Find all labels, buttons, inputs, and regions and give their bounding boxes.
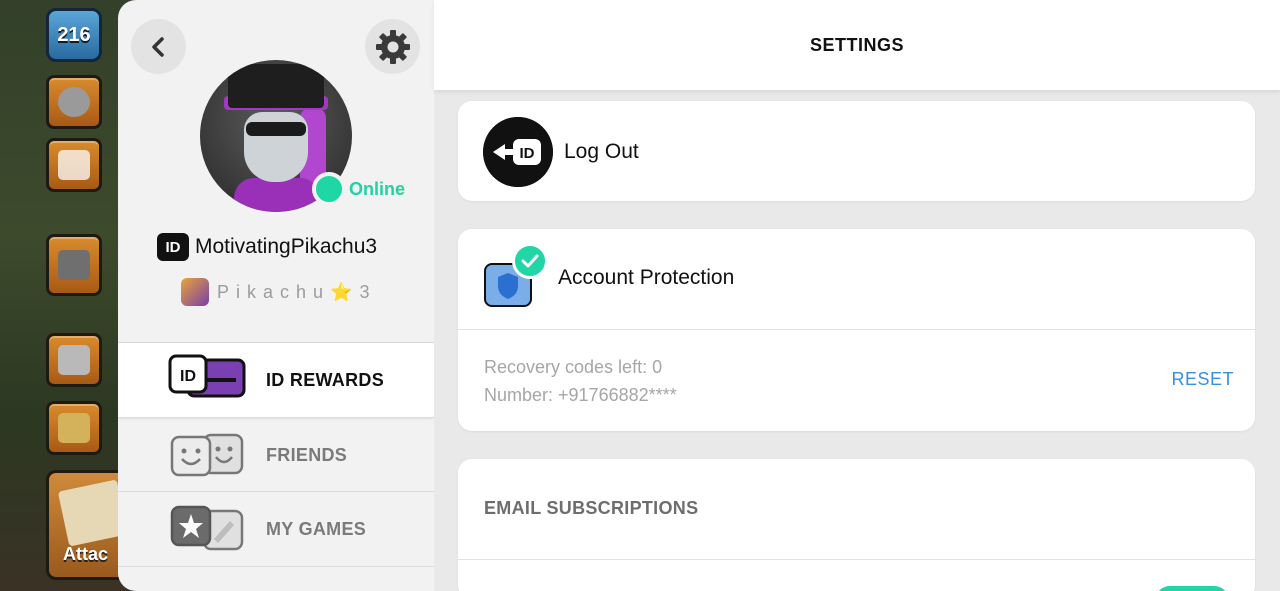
- news-button[interactable]: [46, 138, 102, 192]
- gear-icon: [375, 29, 410, 64]
- nav-label-friends: FRIENDS: [266, 444, 348, 465]
- profile-panel: Online ID MotivatingPikachu3 Pikachu⭐3 I…: [118, 0, 434, 591]
- settings-main: SETTINGS ID Log Out Account Protection R…: [434, 0, 1280, 591]
- gem-button[interactable]: [46, 75, 102, 129]
- recovery-codes-text: Recovery codes left: 0: [484, 357, 663, 377]
- online-status-dot: [312, 172, 346, 206]
- player-level-badge[interactable]: 216: [46, 8, 102, 62]
- divider: [458, 559, 1255, 560]
- chevron-left-icon: [151, 36, 164, 57]
- log-out-button[interactable]: ID Log Out: [458, 101, 1255, 201]
- settings-button[interactable]: [365, 19, 420, 74]
- nav-label-my-games: MY GAMES: [266, 518, 367, 539]
- battle-button[interactable]: [46, 333, 102, 387]
- subscription-toggle[interactable]: [1155, 586, 1229, 591]
- nav-label-id-rewards: ID REWARDS: [266, 369, 385, 390]
- id-logo-icon: ID: [157, 233, 189, 261]
- phone-number-text: Number: +91766882****: [484, 385, 677, 405]
- ingame-account-row: Pikachu⭐3: [181, 278, 376, 306]
- email-subscriptions-title: EMAIL SUBSCRIPTIONS: [484, 498, 699, 518]
- player-level: 216: [57, 23, 91, 46]
- divider: [458, 329, 1255, 330]
- check-icon: [512, 243, 548, 279]
- reset-button[interactable]: RESET: [1171, 369, 1234, 390]
- settings-header: SETTINGS: [434, 0, 1280, 90]
- logout-id-text: ID: [520, 145, 535, 162]
- chat-button[interactable]: [46, 234, 102, 296]
- friends-icon: [170, 433, 244, 477]
- nav-item-id-rewards[interactable]: ID ID REWARDS: [118, 343, 434, 417]
- back-button[interactable]: [131, 19, 186, 74]
- ingame-name: Pikachu⭐3: [217, 281, 377, 302]
- email-subscriptions-card: EMAIL SUBSCRIPTIONS: [458, 459, 1255, 591]
- id-rewards-icon: ID: [168, 354, 246, 398]
- game-avatar-icon: [181, 278, 209, 306]
- account-protection-card: Account Protection Recovery codes left: …: [458, 229, 1255, 431]
- attack-label: Attac: [63, 544, 109, 564]
- divider: [118, 566, 434, 567]
- username: MotivatingPikachu3: [195, 235, 378, 258]
- log-out-icon: ID: [483, 117, 553, 187]
- builder-button[interactable]: [46, 401, 102, 455]
- online-status-label: Online: [349, 179, 406, 199]
- my-games-icon: [170, 505, 244, 551]
- nav-item-friends[interactable]: FRIENDS: [118, 418, 434, 492]
- nav-item-my-games[interactable]: MY GAMES: [118, 492, 434, 566]
- svg-text:ID: ID: [180, 368, 196, 385]
- account-protection-title: Account Protection: [558, 266, 735, 289]
- page-title: SETTINGS: [809, 34, 904, 55]
- log-out-label: Log Out: [564, 140, 639, 163]
- username-row: ID MotivatingPikachu3: [157, 233, 377, 261]
